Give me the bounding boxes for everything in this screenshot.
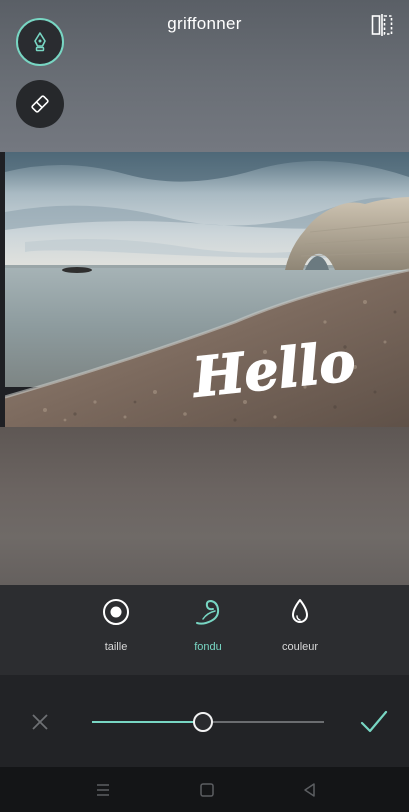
blurred-background-bottom — [0, 427, 409, 585]
option-couleur[interactable]: couleur — [260, 597, 340, 653]
fondu-slider-fill — [92, 721, 204, 723]
fondu-slider-track[interactable] — [92, 712, 324, 732]
fondu-slider-thumb[interactable] — [193, 712, 214, 732]
pen-tool-button[interactable] — [16, 18, 64, 66]
compare-split-icon[interactable] — [371, 14, 393, 36]
slider-panel — [0, 675, 409, 767]
option-taille[interactable]: taille — [76, 597, 156, 653]
close-icon[interactable] — [30, 712, 50, 732]
home-square-icon[interactable] — [199, 782, 215, 798]
pen-nib-icon — [34, 32, 46, 52]
droplet-icon — [292, 599, 308, 623]
checkmark-icon[interactable] — [359, 707, 389, 737]
doodle-editor-screen: griffonner Hello taille fondu couleur — [0, 0, 409, 812]
option-fondu-label: fondu — [194, 641, 222, 653]
option-couleur-label: couleur — [281, 641, 319, 653]
feather-stroke-icon — [196, 599, 220, 625]
option-taille-label: taille — [104, 641, 128, 653]
system-navigation-bar — [0, 767, 409, 812]
brush-options-panel: taille fondu couleur — [0, 585, 409, 675]
eraser-icon — [31, 95, 49, 113]
photo-canvas[interactable]: Hello — [5, 152, 409, 427]
option-fondu[interactable]: fondu — [168, 597, 248, 653]
back-triangle-icon[interactable] — [302, 782, 318, 798]
target-circle-icon — [103, 599, 129, 625]
menu-icon[interactable] — [95, 782, 111, 798]
eraser-tool-button[interactable] — [16, 80, 64, 128]
